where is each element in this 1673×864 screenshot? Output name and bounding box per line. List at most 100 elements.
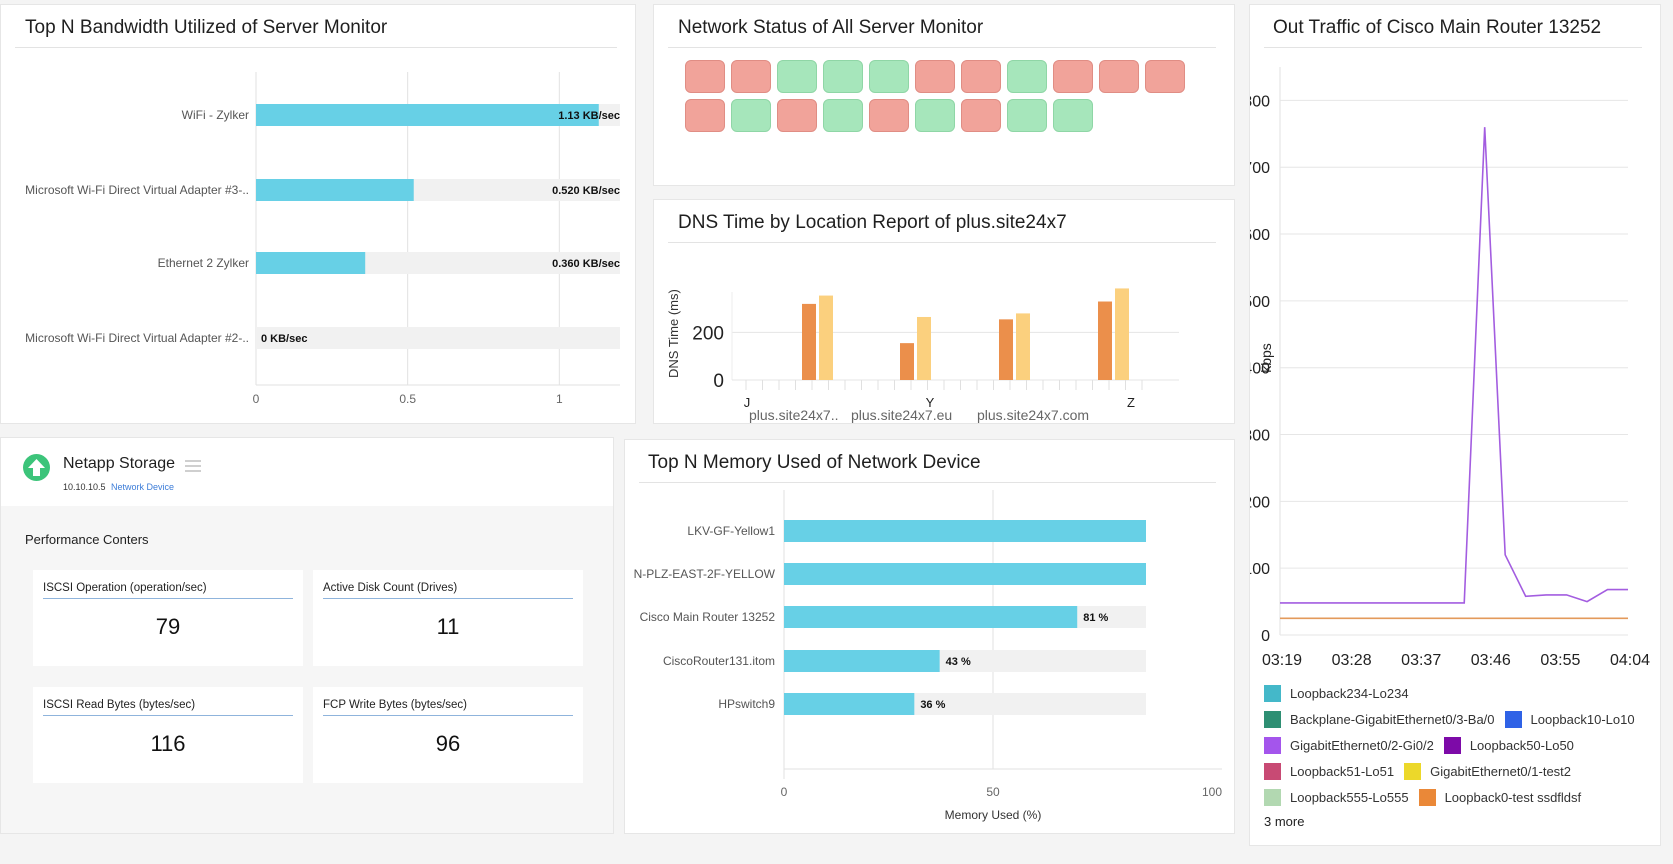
legend-label: Loopback50-Lo50 <box>1469 737 1574 753</box>
status-tile-up[interactable] <box>731 99 771 132</box>
bandwidth-chart: 0 0.5 1 WiFi - Zylker 1.13 KB/sec Microsoft W… <box>25 72 620 406</box>
legend-item[interactable]: GigabitEthernet0/2-Gi0/2 <box>1264 736 1434 754</box>
y-axis-label: DNS Time (ms) <box>666 289 681 378</box>
legend-swatch <box>1264 788 1281 806</box>
metric-card: Active Disk Count (Drives) 11 <box>313 570 583 666</box>
metric-label: FCP Write Bytes (bytes/sec) <box>323 699 467 711</box>
hamburger-menu-icon[interactable] <box>185 460 201 472</box>
status-tile-down[interactable] <box>961 60 1001 93</box>
metric-divider <box>43 598 293 599</box>
legend-item[interactable]: Loopback555-Lo555 <box>1264 788 1409 806</box>
metric-value: 116 <box>150 731 186 756</box>
x-tick-label: 0 <box>781 785 788 799</box>
legend-swatch <box>1264 736 1281 754</box>
legend-item[interactable]: Loopback0-test ssdfldsf <box>1418 788 1582 806</box>
status-tile-down[interactable] <box>1145 60 1185 93</box>
legend-more-link[interactable]: 3 more <box>1264 814 1654 829</box>
status-tile-down[interactable] <box>1053 60 1093 93</box>
legend-swatch <box>1504 710 1522 728</box>
category-label: plus.site24x7.eu <box>851 407 952 423</box>
x-tick-label: 0 <box>253 392 260 406</box>
x-tick-label: 1 <box>556 392 563 406</box>
metric-label: ISCSI Read Bytes (bytes/sec) <box>43 699 196 711</box>
memory-chart: 0 50 100 Memory Used (%) LKV-GF-Yellow1 N-PLZ… <box>634 490 1222 822</box>
category-label: N-PLZ-EAST-2F-YELLOW <box>634 567 776 581</box>
out-traffic-panel: Out Traffic of Cisco Main Router 13252 0… <box>1249 4 1661 846</box>
status-tile-up[interactable] <box>869 60 909 93</box>
legend-item[interactable]: Loopback50-Lo50 <box>1443 736 1574 754</box>
bar <box>784 606 1078 628</box>
x-tick-label: 0.5 <box>399 392 416 406</box>
legend-item[interactable]: Loopback51-Lo51 <box>1264 762 1394 780</box>
dns-panel: DNS Time by Location Report of plus.site… <box>653 199 1235 424</box>
bar <box>784 650 940 672</box>
metric-divider <box>43 715 293 716</box>
bandwidth-panel: Top N Bandwidth Utilized of Server Monit… <box>0 4 636 424</box>
netapp-body: Performance Conters ISCSI Operation (ope… <box>1 506 613 833</box>
legend-swatch <box>1264 762 1281 780</box>
x-tick-label: 50 <box>986 785 1000 799</box>
legend-row: GigabitEthernet0/2-Gi0/2 Loopback50-Lo50 <box>1264 732 1654 758</box>
legend-label: Loopback0-test ssdfldsf <box>1444 789 1582 805</box>
bar <box>256 179 414 201</box>
monitor-type-link[interactable]: Network Device <box>111 482 174 492</box>
series-line-0 <box>1280 127 1628 604</box>
bar <box>1115 288 1129 380</box>
legend-swatch <box>1404 762 1422 780</box>
legend-label: GigabitEthernet0/1-test2 <box>1430 763 1572 779</box>
legend-label: Backplane-GigabitEthernet0/3-Ba/0 <box>1290 711 1495 727</box>
status-tile-down[interactable] <box>915 60 955 93</box>
status-tile-up[interactable] <box>823 99 863 132</box>
y-tick-label: 700 <box>1250 160 1270 177</box>
legend-item[interactable]: Loopback10-Lo10 <box>1504 710 1635 728</box>
metric-label: Active Disk Count (Drives) <box>323 582 458 594</box>
status-tile-up[interactable] <box>1053 99 1093 132</box>
status-tile-up[interactable] <box>777 60 817 93</box>
monitor-name[interactable]: Netapp Storage <box>63 455 175 473</box>
legend-row: Loopback234-Lo234 <box>1264 680 1654 706</box>
status-tile-up[interactable] <box>1007 60 1047 93</box>
status-tile-down[interactable] <box>685 60 725 93</box>
bar <box>1098 301 1112 380</box>
legend-item[interactable]: Loopback234-Lo234 <box>1264 684 1409 702</box>
category-label: CiscoRouter131.itom <box>663 654 775 668</box>
x-tick-label: 100 <box>1202 785 1222 799</box>
status-tile-down[interactable] <box>1099 60 1139 93</box>
category-label: WiFi - Zylker <box>182 108 249 122</box>
bar <box>999 319 1013 380</box>
y-tick-label: 0 <box>713 371 724 392</box>
bar <box>900 343 914 380</box>
metric-value: 79 <box>155 614 181 639</box>
y-tick-label: 100 <box>1250 561 1270 578</box>
monitor-ip: 10.10.10.5 <box>63 482 106 492</box>
bar <box>819 295 833 380</box>
legend-item[interactable]: GigabitEthernet0/1-test2 <box>1404 762 1572 780</box>
y-tick-label: 500 <box>1250 294 1270 311</box>
bar <box>256 252 366 274</box>
category-label: plus.site24x7.com <box>977 407 1089 423</box>
netapp-panel: Netapp Storage 10.10.10.5 Network Device… <box>0 437 614 834</box>
legend-swatch <box>1264 710 1281 728</box>
status-tile-up[interactable] <box>1007 99 1047 132</box>
bar <box>256 104 599 126</box>
status-tile-up[interactable] <box>915 99 955 132</box>
x-tick-label: 04:04 <box>1610 652 1650 669</box>
category-label: Ethernet 2 Zylker <box>158 256 249 270</box>
network-status-title: Network Status of All Server Monitor <box>678 17 984 38</box>
status-tile-down[interactable] <box>685 99 725 132</box>
status-tile-up[interactable] <box>823 60 863 93</box>
y-axis-label: kbps <box>1258 343 1274 373</box>
value-label: 0.520 KB/sec <box>552 185 620 197</box>
legend-item[interactable]: Backplane-GigabitEthernet0/3-Ba/0 <box>1264 710 1495 728</box>
status-tile-down[interactable] <box>869 99 909 132</box>
status-tile-down[interactable] <box>731 60 771 93</box>
status-tile-down[interactable] <box>961 99 1001 132</box>
x-tick-label: 03:46 <box>1471 652 1511 669</box>
bar <box>784 693 915 715</box>
value-label: 1.13 KB/sec <box>558 110 620 122</box>
metric-label: ISCSI Operation (operation/sec) <box>43 582 207 594</box>
bar <box>917 316 931 380</box>
legend-row: Backplane-GigabitEthernet0/3-Ba/0 Loopbac… <box>1264 706 1654 732</box>
status-tile-down[interactable] <box>777 99 817 132</box>
category-label: HPswitch9 <box>718 697 775 711</box>
